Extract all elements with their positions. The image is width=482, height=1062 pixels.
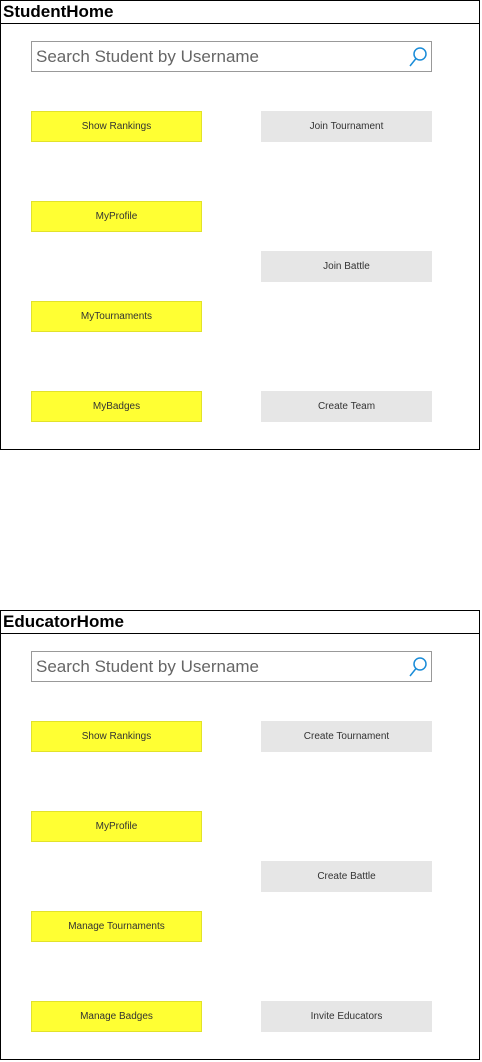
my-profile-button[interactable]: MyProfile	[31, 201, 202, 232]
create-team-button[interactable]: Create Team	[261, 391, 432, 422]
my-tournaments-button[interactable]: MyTournaments	[31, 301, 202, 332]
invite-educators-button[interactable]: Invite Educators	[261, 1001, 432, 1032]
join-battle-button[interactable]: Join Battle	[261, 251, 432, 282]
student-home-frame: StudentHome Show Rankings MyProfile MyTo…	[0, 0, 480, 450]
show-rankings-button[interactable]: Show Rankings	[31, 111, 202, 142]
manage-tournaments-button[interactable]: Manage Tournaments	[31, 911, 202, 942]
search-icon[interactable]	[408, 46, 428, 68]
educator-search-box	[31, 651, 432, 682]
create-battle-button[interactable]: Create Battle	[261, 861, 432, 892]
educator-home-title: EducatorHome	[1, 611, 479, 634]
educator-home-frame: EducatorHome Show Rankings MyProfile Man…	[0, 610, 480, 1060]
join-tournament-button[interactable]: Join Tournament	[261, 111, 432, 142]
manage-badges-button[interactable]: Manage Badges	[31, 1001, 202, 1032]
student-search-input[interactable]	[32, 42, 402, 71]
student-home-title: StudentHome	[1, 1, 479, 24]
show-rankings-button[interactable]: Show Rankings	[31, 721, 202, 752]
create-tournament-button[interactable]: Create Tournament	[261, 721, 432, 752]
my-badges-button[interactable]: MyBadges	[31, 391, 202, 422]
educator-search-input[interactable]	[32, 652, 402, 681]
search-icon[interactable]	[408, 656, 428, 678]
student-search-box	[31, 41, 432, 72]
my-profile-button[interactable]: MyProfile	[31, 811, 202, 842]
